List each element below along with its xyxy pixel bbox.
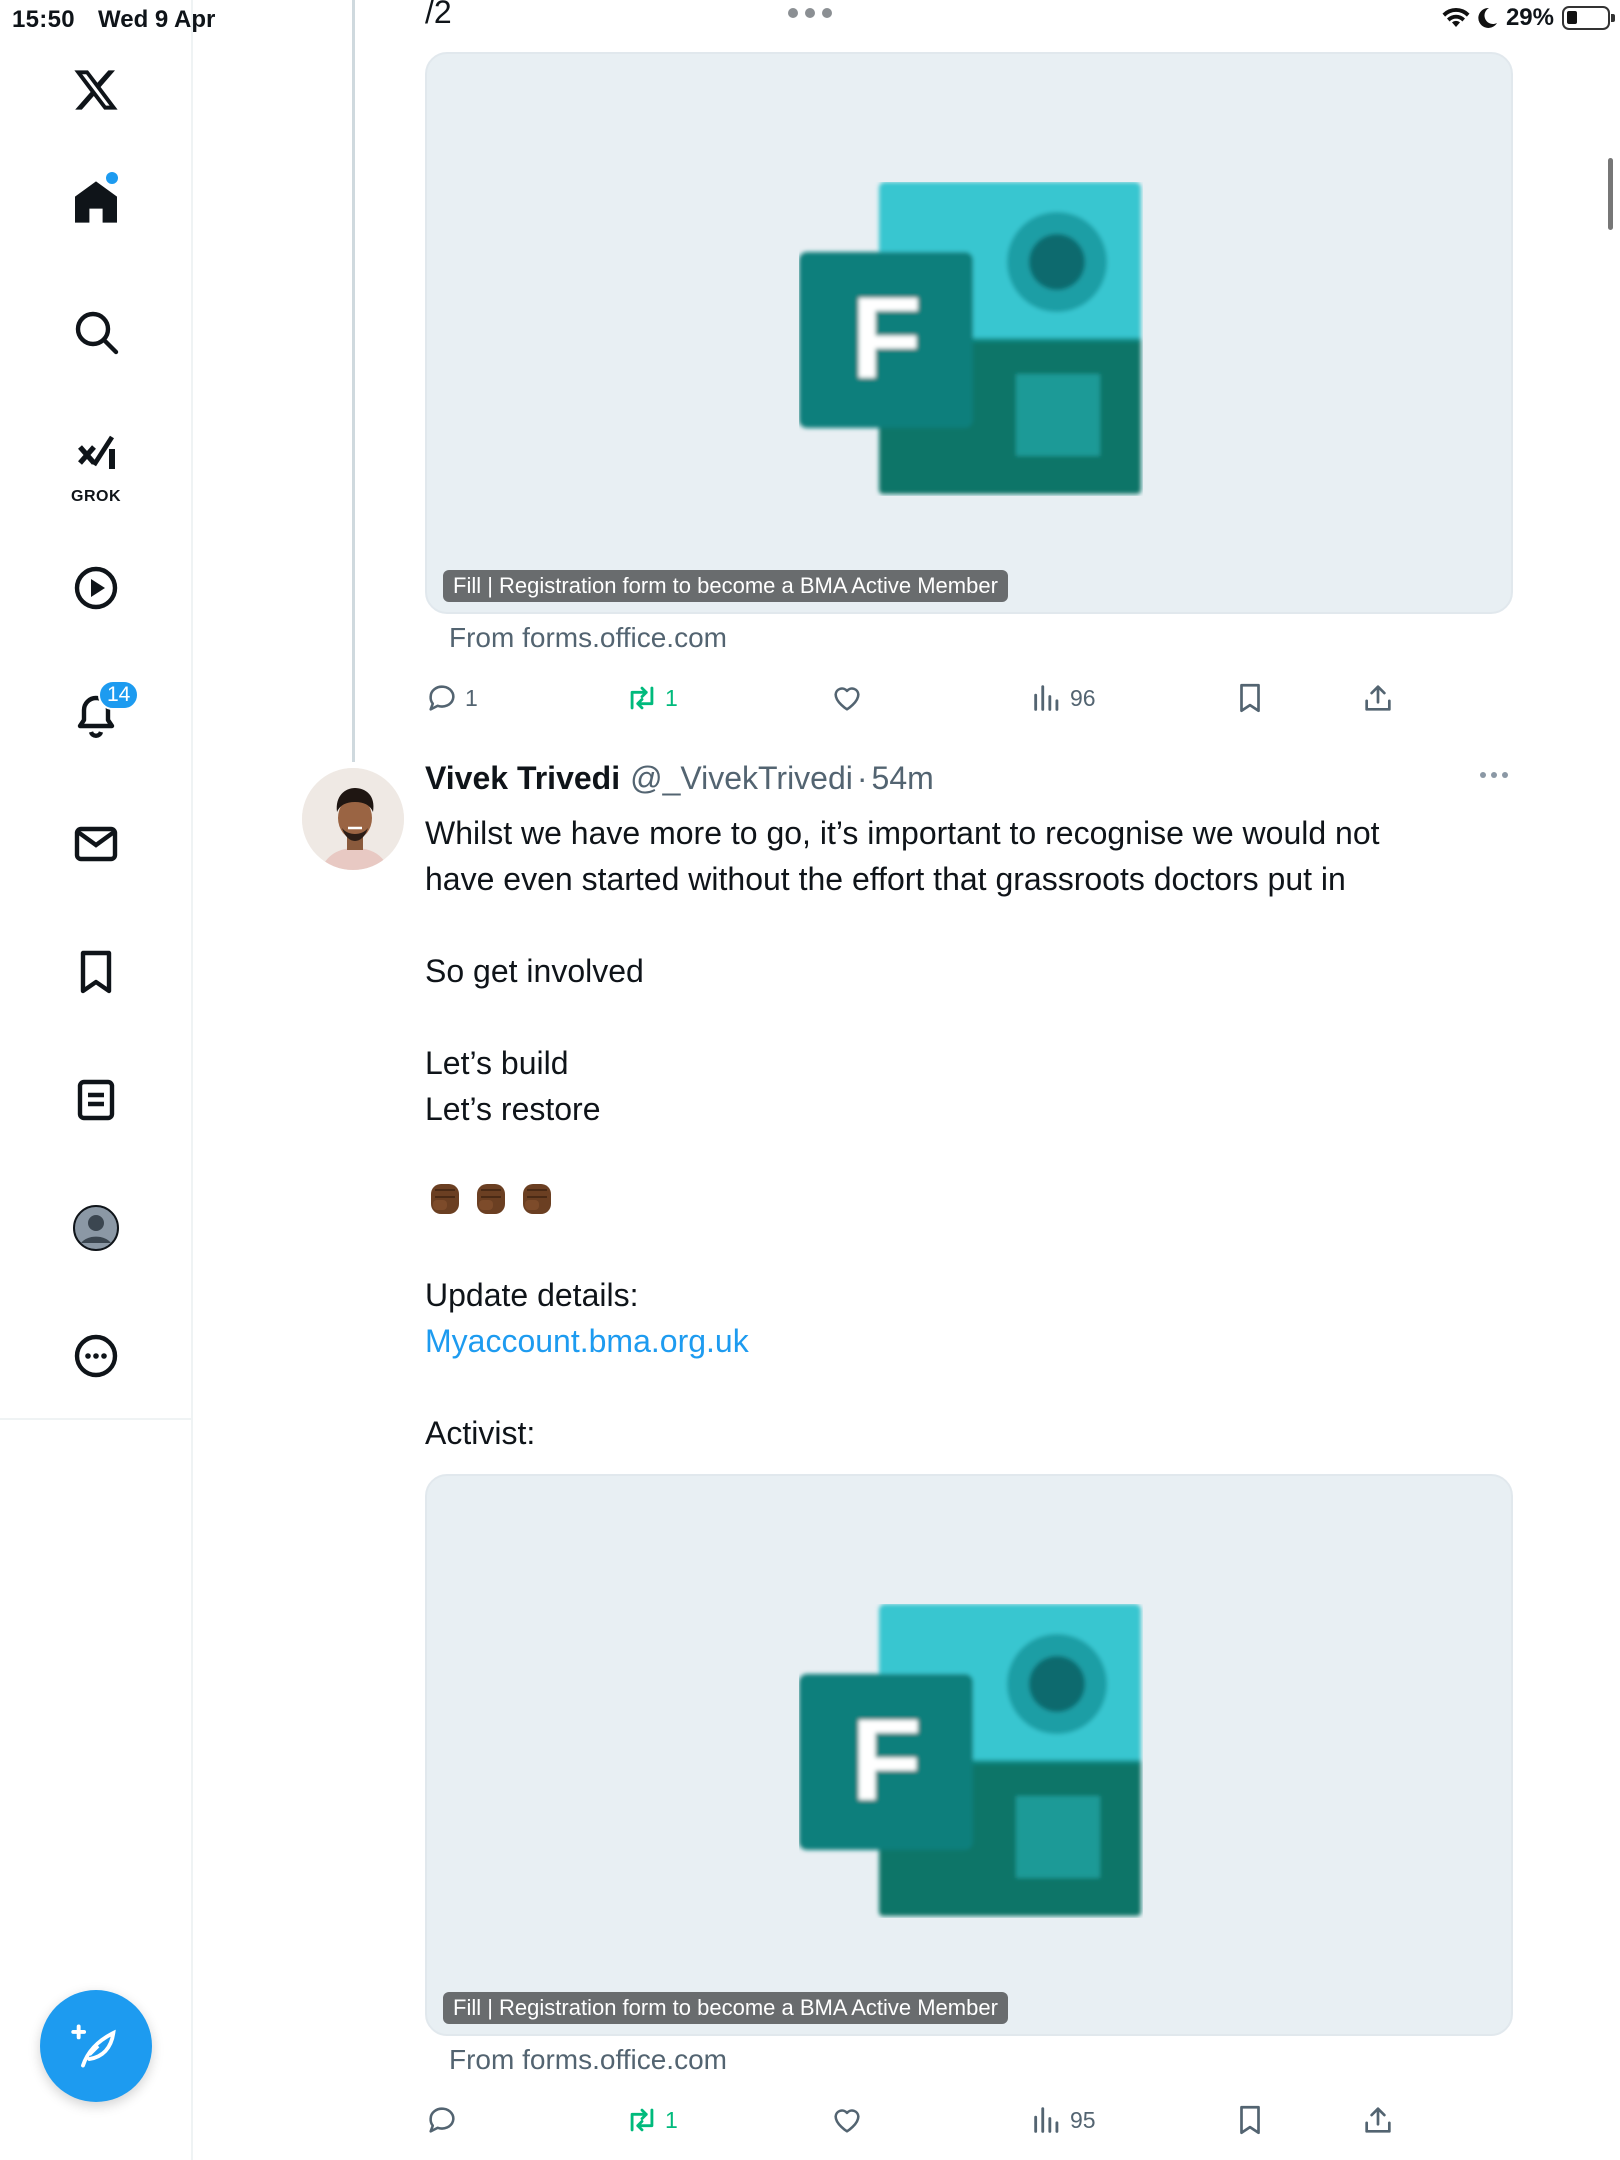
- repost-count: 1: [665, 2106, 678, 2133]
- sidebar-item-video[interactable]: [56, 548, 136, 628]
- share-button[interactable]: [1361, 2098, 1395, 2142]
- reply-count: 1: [465, 684, 478, 711]
- repost-icon: [630, 2108, 654, 2132]
- tweet-text-line: So get involved: [425, 953, 644, 989]
- post-time[interactable]: 54m: [872, 760, 934, 797]
- link-preview-card[interactable]: F Fill | Registration form to become a B…: [425, 1474, 1513, 2036]
- repost-icon: [630, 686, 654, 710]
- notifications-count-badge: 14: [98, 680, 140, 710]
- grok-icon: [78, 435, 115, 469]
- more-circle-icon: [74, 1334, 118, 1378]
- share-upload-icon: [1365, 685, 1391, 711]
- reply-bubble-icon: [429, 2107, 455, 2133]
- play-circle-icon: [74, 566, 118, 610]
- repost-button[interactable]: 1: [625, 2098, 678, 2142]
- author-name[interactable]: Vivek Trivedi: [425, 760, 620, 797]
- sidebar-item-lists[interactable]: [56, 1060, 136, 1140]
- sidebar-item-profile[interactable]: [56, 1188, 136, 1268]
- status-indicators: 29%: [1442, 4, 1615, 32]
- bar-chart-icon: [1034, 685, 1059, 711]
- tweet-text-line: Whilst we have more to go, it’s importan…: [425, 815, 1380, 851]
- post-action-bar: 1 1 96: [425, 676, 1425, 720]
- raised-fist-emoji-icon: [523, 1184, 551, 1214]
- sidebar-divider: [191, 1420, 193, 2160]
- compose-post-button[interactable]: [40, 1990, 152, 2102]
- sidebar-nav: GROK 14: [0, 0, 193, 1420]
- card-source[interactable]: From forms.office.com: [449, 622, 727, 654]
- heart-icon: [834, 2109, 860, 2133]
- card-source[interactable]: From forms.office.com: [449, 2044, 727, 2076]
- grok-label: GROK: [71, 488, 121, 505]
- sidebar-item-notifications[interactable]: 14: [56, 676, 140, 756]
- card-caption: Fill | Registration form to become a BMA…: [443, 570, 1008, 602]
- tweet-text-line: Activist:: [425, 1415, 536, 1451]
- bar-chart-icon: [1034, 2107, 1059, 2133]
- repost-button[interactable]: 1: [625, 676, 678, 720]
- sidebar-item-more[interactable]: [56, 1316, 136, 1396]
- home-unread-dot: [106, 172, 118, 184]
- bookmark-icon: [1240, 683, 1260, 713]
- reply-button[interactable]: [425, 2098, 459, 2142]
- svg-text:F: F: [851, 1695, 922, 1825]
- post-more-options[interactable]: [1480, 772, 1508, 778]
- scrollbar-thumb[interactable]: [1608, 158, 1613, 230]
- sidebar-item-bookmarks[interactable]: [56, 932, 136, 1012]
- wifi-icon: [1442, 7, 1470, 27]
- multitasking-dots[interactable]: [788, 8, 832, 18]
- search-icon: [75, 311, 119, 355]
- sidebar-item-search[interactable]: [56, 292, 136, 372]
- sidebar-item-grok[interactable]: GROK: [56, 418, 136, 506]
- bookmark-icon: [80, 950, 112, 994]
- bookmark-button[interactable]: [1233, 2098, 1267, 2142]
- list-document-icon: [77, 1079, 115, 1121]
- tweet-text-line: Let’s restore: [425, 1091, 601, 1127]
- raised-fist-emojis: [425, 1178, 557, 1220]
- tweet-link[interactable]: Myaccount.bma.org.uk: [425, 1318, 749, 1364]
- author-handle[interactable]: @_VivekTrivedi: [630, 760, 853, 797]
- svg-text:F: F: [851, 273, 922, 403]
- home-icon: [75, 181, 117, 223]
- bookmark-button[interactable]: [1233, 676, 1267, 720]
- raised-fist-emoji-icon: [431, 1184, 459, 1214]
- envelope-icon: [74, 826, 118, 862]
- author-avatar[interactable]: [300, 766, 406, 872]
- tweet-text-line: Update details:: [425, 1277, 639, 1313]
- thread-connector-line: [352, 0, 355, 762]
- views-count: 96: [1070, 684, 1096, 711]
- x-logo-button[interactable]: [56, 50, 136, 130]
- moon-icon: [1478, 7, 1497, 28]
- share-upload-icon: [1365, 2107, 1391, 2133]
- bookmark-icon: [1240, 2105, 1260, 2135]
- repost-count: 1: [665, 684, 678, 711]
- battery-percent: 29%: [1505, 4, 1554, 31]
- views-button[interactable]: 96: [1030, 676, 1096, 720]
- sidebar-item-messages[interactable]: [56, 804, 136, 884]
- author-photo: [302, 768, 404, 870]
- x-logo-icon: [74, 70, 118, 110]
- tweet-text-line: Let’s build: [425, 1045, 569, 1081]
- reply-bubble-icon: [429, 685, 455, 711]
- feather-plus-icon: [71, 2024, 116, 2068]
- meta-separator: ·: [856, 760, 868, 796]
- reply-button[interactable]: 1: [425, 676, 478, 720]
- microsoft-forms-logo: F: [799, 1604, 1141, 1916]
- raised-fist-emoji-icon: [477, 1184, 505, 1214]
- card-caption: Fill | Registration form to become a BMA…: [443, 1992, 1008, 2024]
- heart-icon: [834, 687, 860, 711]
- sidebar-item-home[interactable]: [56, 162, 136, 242]
- link-preview-card[interactable]: F Fill | Registration form to become a B…: [425, 52, 1513, 614]
- views-count: 95: [1070, 2106, 1096, 2133]
- profile-avatar-icon: [73, 1205, 119, 1251]
- battery-icon: [1562, 6, 1615, 30]
- tweet-text-line: have even started without the effort tha…: [425, 861, 1346, 897]
- share-button[interactable]: [1361, 676, 1395, 720]
- thread-counter: /2: [425, 0, 452, 30]
- microsoft-forms-logo: F: [799, 182, 1141, 494]
- post-action-bar: 1 95: [425, 2098, 1425, 2142]
- like-button[interactable]: [830, 676, 864, 720]
- views-button[interactable]: 95: [1030, 2098, 1096, 2142]
- like-button[interactable]: [830, 2098, 864, 2142]
- author-row: Vivek Trivedi @_VivekTrivedi · 54m: [425, 760, 934, 797]
